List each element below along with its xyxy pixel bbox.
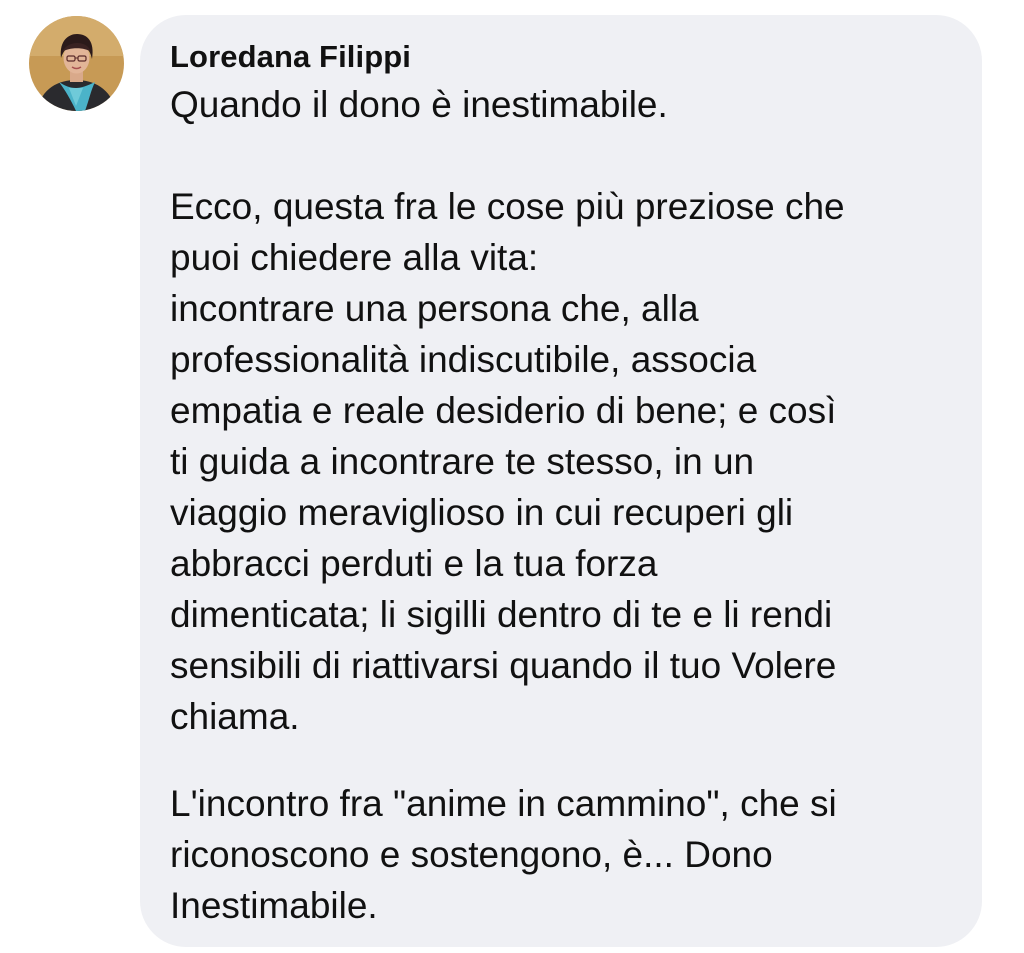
- comment-text-line: riconoscono e sostengono, è... Dono: [170, 834, 773, 875]
- comment-text-line: professionalità indiscutibile, associa: [170, 339, 757, 380]
- author-avatar[interactable]: [29, 16, 124, 111]
- comment-text-line: puoi chiedere alla vita:: [170, 237, 539, 278]
- comment-text-line: abbracci perduti e la tua forza: [170, 543, 658, 584]
- comment-paragraph-3: L'incontro fra "anime in cammino", che s…: [170, 778, 837, 931]
- comment-text-line: incontrare una persona che, alla: [170, 288, 699, 329]
- comment-text-line: empatia e reale desiderio di bene; e cos…: [170, 390, 837, 431]
- avatar-photo: [29, 16, 124, 111]
- comment-paragraph-2: Ecco, questa fra le cose più preziose ch…: [170, 181, 845, 742]
- comment-text-line: L'incontro fra "anime in cammino", che s…: [170, 783, 837, 824]
- comment-paragraph-1: Quando il dono è inestimabile.: [170, 79, 668, 130]
- comment-text-line: chiama.: [170, 696, 300, 737]
- comment-text-line: sensibili di riattivarsi quando il tuo V…: [170, 645, 837, 686]
- comment-text-line: ti guida a incontrare te stesso, in un: [170, 441, 755, 482]
- comment-text-line: Ecco, questa fra le cose più preziose ch…: [170, 186, 845, 227]
- comment-text-line: Inestimabile.: [170, 885, 378, 926]
- comment-text-line: Quando il dono è inestimabile.: [170, 84, 668, 125]
- comment-author-name[interactable]: Loredana Filippi: [170, 39, 411, 75]
- comment-text-line: viaggio meraviglioso in cui recuperi gli: [170, 492, 794, 533]
- comment-bubble: Loredana Filippi Quando il dono è inesti…: [140, 15, 982, 947]
- comment-text-line: dimenticata; li sigilli dentro di te e l…: [170, 594, 833, 635]
